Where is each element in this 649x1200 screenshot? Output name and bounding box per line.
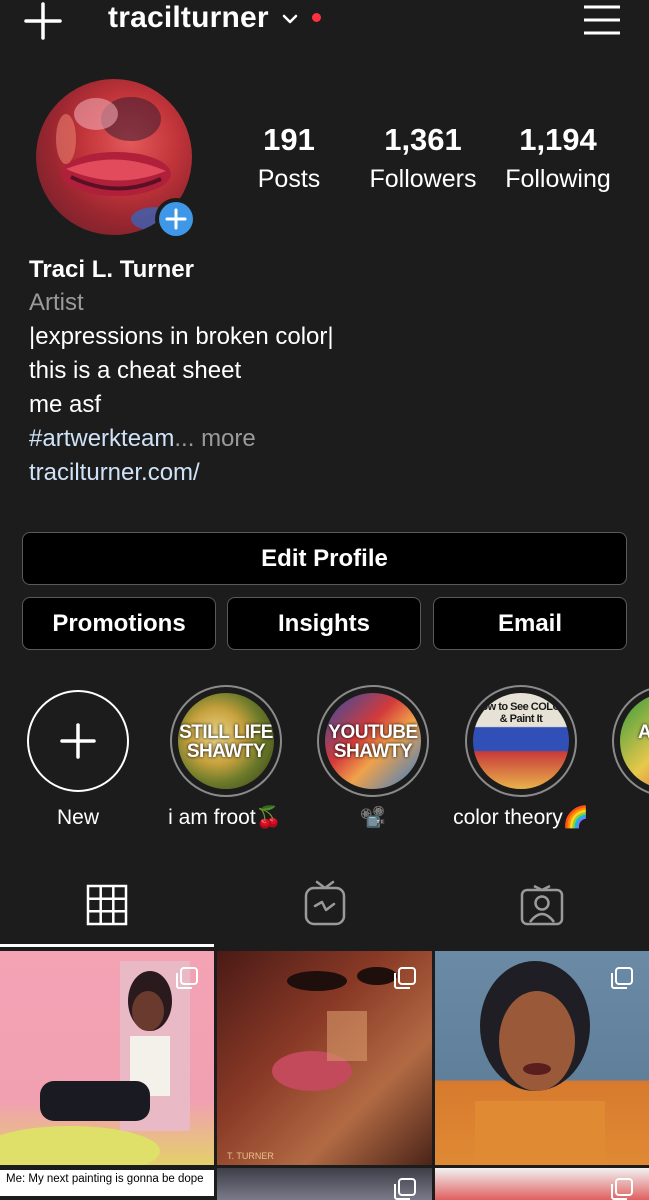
chevron-down-icon[interactable] — [282, 13, 298, 25]
bio-line-2: this is a cheat sheet — [29, 357, 242, 384]
highlight-partial[interactable]: A SH — [612, 685, 649, 797]
highlight-cover: How to See COLOR & Paint It — [473, 693, 569, 789]
plus-icon — [165, 208, 187, 230]
highlight-cover-text: A SH — [638, 722, 649, 743]
posts-count[interactable]: 191 — [219, 122, 359, 158]
following-label[interactable]: Following — [488, 165, 628, 194]
add-story-badge — [159, 202, 193, 236]
promotions-button[interactable]: Promotions — [22, 597, 216, 650]
add-story-button[interactable] — [155, 198, 197, 240]
followers-count[interactable]: 1,361 — [353, 122, 493, 158]
notification-dot — [312, 13, 321, 22]
followers-label[interactable]: Followers — [353, 165, 493, 194]
website-link[interactable]: tracilturner.com/ — [29, 459, 200, 487]
email-button[interactable]: Email — [433, 597, 627, 650]
post-thumbnail[interactable]: T. TURNER — [217, 951, 432, 1165]
bio-line-4: #artwerkteam... more — [29, 425, 256, 453]
post-thumbnail[interactable] — [0, 951, 214, 1165]
multiple-posts-icon — [611, 967, 633, 989]
insights-button[interactable]: Insights — [227, 597, 421, 650]
highlight-new[interactable] — [27, 690, 129, 792]
highlight-froot[interactable]: STILL LIFE SHAWTY — [170, 685, 282, 797]
bio-line-1: |expressions in broken color| — [29, 323, 334, 350]
highlight-cover-text: STILL LIFE SHAWTY — [179, 722, 273, 762]
bio-line-3: me asf — [29, 391, 102, 418]
more-link[interactable]: ... more — [174, 425, 255, 452]
highlight-cover: A SH — [620, 693, 649, 789]
top-bar: tracilturner — [0, 0, 649, 50]
tagged-icon[interactable] — [520, 884, 564, 926]
highlight-label-froot: i am froot🍒 — [168, 806, 282, 829]
highlight-cover: YOUTUBE SHAWTY — [325, 693, 421, 789]
highlight-label-film: 📽️ — [359, 806, 387, 829]
igtv-icon[interactable] — [304, 880, 346, 926]
multiple-posts-icon — [394, 1178, 416, 1200]
highlight-label-color-theory: color theory🌈 — [453, 806, 589, 829]
post-thumbnail[interactable] — [435, 1168, 649, 1200]
category-label: Artist — [29, 289, 84, 316]
highlight-color-theory[interactable]: How to See COLOR & Paint It — [465, 685, 577, 797]
plus-icon — [60, 723, 96, 759]
posts-label[interactable]: Posts — [219, 165, 359, 194]
highlight-cover-text: YOUTUBE SHAWTY — [328, 722, 418, 762]
highlight-cover-text: How to See COLOR & Paint It — [473, 701, 569, 725]
grid-icon[interactable] — [86, 884, 128, 926]
edit-profile-button[interactable]: Edit Profile — [22, 532, 627, 585]
multiple-posts-icon — [176, 967, 198, 989]
post-thumbnail[interactable] — [217, 1168, 432, 1200]
highlight-label-new: New — [56, 806, 99, 829]
following-count[interactable]: 1,194 — [488, 122, 628, 158]
display-name: Traci L. Turner — [29, 256, 194, 283]
post-thumbnail[interactable] — [435, 951, 649, 1165]
highlight-youtube[interactable]: YOUTUBE SHAWTY — [317, 685, 429, 797]
signature-text: T. TURNER — [227, 1151, 274, 1161]
multiple-posts-icon — [611, 1178, 633, 1200]
highlight-cover: STILL LIFE SHAWTY — [178, 693, 274, 789]
multiple-posts-icon — [394, 967, 416, 989]
profile-username[interactable]: tracilturner — [108, 1, 269, 35]
create-plus-icon[interactable] — [24, 2, 62, 40]
highlight-partial-clip: A SH — [612, 685, 649, 797]
menu-icon[interactable] — [582, 3, 622, 37]
profile-tab-bar — [0, 860, 649, 948]
active-tab-indicator — [0, 944, 214, 947]
hashtag-link[interactable]: #artwerkteam — [29, 425, 174, 452]
post-caption-text: Me: My next painting is gonna be dope — [0, 1170, 214, 1196]
